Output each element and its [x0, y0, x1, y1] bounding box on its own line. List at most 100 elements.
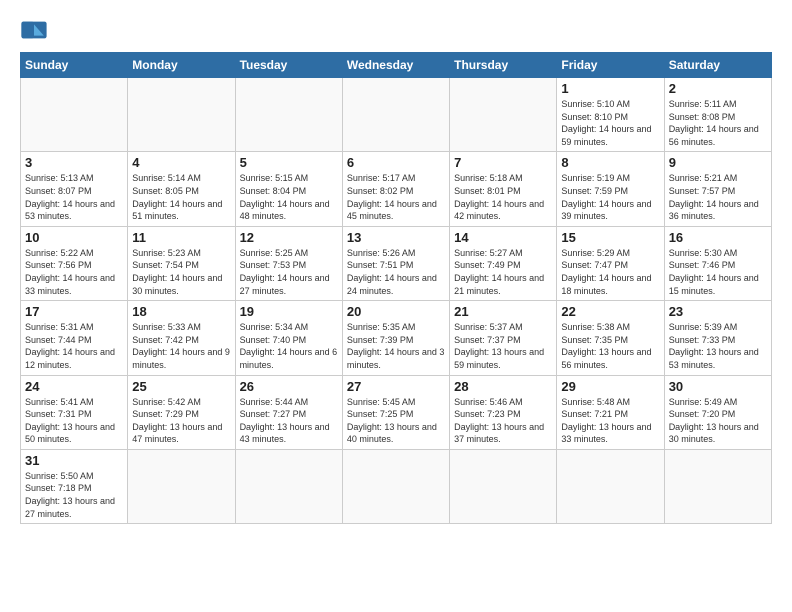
day-info: Sunrise: 5:30 AM Sunset: 7:46 PM Dayligh… — [669, 247, 767, 297]
day-number: 15 — [561, 230, 659, 245]
calendar-cell — [342, 78, 449, 152]
calendar-cell: 12Sunrise: 5:25 AM Sunset: 7:53 PM Dayli… — [235, 226, 342, 300]
calendar-cell: 28Sunrise: 5:46 AM Sunset: 7:23 PM Dayli… — [450, 375, 557, 449]
calendar-header-wednesday: Wednesday — [342, 53, 449, 78]
calendar-cell: 10 Sunrise: 5:22 AM Sunset: 7:56 PM Dayli… — [21, 226, 128, 300]
calendar-cell: 31 Sunrise: 5:50 AM Sunset: 7:18 PM Dayli… — [21, 449, 128, 523]
calendar-cell: 5 Sunrise: 5:15 AM Sunset: 8:04 PM Daylig… — [235, 152, 342, 226]
calendar-cell: 2Sunrise: 5:11 AM Sunset: 8:08 PM Daylig… — [664, 78, 771, 152]
day-info: Sunrise: 5:35 AM Sunset: 7:39 PM Dayligh… — [347, 321, 445, 371]
day-number: 13 — [347, 230, 445, 245]
day-number: 3 — [25, 155, 123, 170]
day-info: Sunrise: 5:22 AM Sunset: 7:56 PM Dayligh… — [25, 247, 123, 297]
day-number: 11 — [132, 230, 230, 245]
day-info: Sunrise: 5:41 AM Sunset: 7:31 PM Dayligh… — [25, 396, 123, 446]
day-number: 10 — [25, 230, 123, 245]
calendar-cell: 20Sunrise: 5:35 AM Sunset: 7:39 PM Dayli… — [342, 301, 449, 375]
day-info: Sunrise: 5:26 AM Sunset: 7:51 PM Dayligh… — [347, 247, 445, 297]
calendar-header-sunday: Sunday — [21, 53, 128, 78]
calendar-header-monday: Monday — [128, 53, 235, 78]
day-number: 27 — [347, 379, 445, 394]
calendar-week-row: 31 Sunrise: 5:50 AM Sunset: 7:18 PM Dayli… — [21, 449, 772, 523]
day-number: 26 — [240, 379, 338, 394]
day-info: Sunrise: 5:21 AM Sunset: 7:57 PM Dayligh… — [669, 172, 767, 222]
calendar-week-row: 10 Sunrise: 5:22 AM Sunset: 7:56 PM Dayli… — [21, 226, 772, 300]
calendar-cell: 21Sunrise: 5:37 AM Sunset: 7:37 PM Dayli… — [450, 301, 557, 375]
day-number: 28 — [454, 379, 552, 394]
calendar-cell: 6 Sunrise: 5:17 AM Sunset: 8:02 PM Daylig… — [342, 152, 449, 226]
day-number: 7 — [454, 155, 552, 170]
calendar-header-row: SundayMondayTuesdayWednesdayThursdayFrid… — [21, 53, 772, 78]
calendar-header-saturday: Saturday — [664, 53, 771, 78]
calendar-cell: 9 Sunrise: 5:21 AM Sunset: 7:57 PM Daylig… — [664, 152, 771, 226]
day-info: Sunrise: 5:39 AM Sunset: 7:33 PM Dayligh… — [669, 321, 767, 371]
header — [20, 16, 772, 44]
day-info: Sunrise: 5:25 AM Sunset: 7:53 PM Dayligh… — [240, 247, 338, 297]
calendar-cell: 17 Sunrise: 5:31 AM Sunset: 7:44 PM Dayli… — [21, 301, 128, 375]
day-number: 19 — [240, 304, 338, 319]
day-info: Sunrise: 5:45 AM Sunset: 7:25 PM Dayligh… — [347, 396, 445, 446]
calendar-cell: 3Sunrise: 5:13 AM Sunset: 8:07 PM Daylig… — [21, 152, 128, 226]
day-number: 16 — [669, 230, 767, 245]
calendar-cell — [664, 449, 771, 523]
day-info: Sunrise: 5:49 AM Sunset: 7:20 PM Dayligh… — [669, 396, 767, 446]
day-info: Sunrise: 5:10 AM Sunset: 8:10 PM Dayligh… — [561, 98, 659, 148]
day-info: Sunrise: 5:34 AM Sunset: 7:40 PM Dayligh… — [240, 321, 338, 371]
day-number: 31 — [25, 453, 123, 468]
day-number: 30 — [669, 379, 767, 394]
day-number: 18 — [132, 304, 230, 319]
calendar-cell: 24Sunrise: 5:41 AM Sunset: 7:31 PM Dayli… — [21, 375, 128, 449]
calendar-cell: 7 Sunrise: 5:18 AM Sunset: 8:01 PM Daylig… — [450, 152, 557, 226]
day-info: Sunrise: 5:27 AM Sunset: 7:49 PM Dayligh… — [454, 247, 552, 297]
day-info: Sunrise: 5:19 AM Sunset: 7:59 PM Dayligh… — [561, 172, 659, 222]
day-info: Sunrise: 5:44 AM Sunset: 7:27 PM Dayligh… — [240, 396, 338, 446]
calendar-cell — [450, 78, 557, 152]
calendar-cell — [235, 78, 342, 152]
calendar-cell — [128, 449, 235, 523]
calendar-week-row: 3Sunrise: 5:13 AM Sunset: 8:07 PM Daylig… — [21, 152, 772, 226]
calendar-week-row: 17 Sunrise: 5:31 AM Sunset: 7:44 PM Dayli… — [21, 301, 772, 375]
day-number: 17 — [25, 304, 123, 319]
calendar-cell: 1 Sunrise: 5:10 AM Sunset: 8:10 PM Daylig… — [557, 78, 664, 152]
day-info: Sunrise: 5:15 AM Sunset: 8:04 PM Dayligh… — [240, 172, 338, 222]
day-info: Sunrise: 5:17 AM Sunset: 8:02 PM Dayligh… — [347, 172, 445, 222]
day-info: Sunrise: 5:38 AM Sunset: 7:35 PM Dayligh… — [561, 321, 659, 371]
day-number: 14 — [454, 230, 552, 245]
day-number: 25 — [132, 379, 230, 394]
calendar-week-row: 24Sunrise: 5:41 AM Sunset: 7:31 PM Dayli… — [21, 375, 772, 449]
day-number: 22 — [561, 304, 659, 319]
calendar-cell: 25 Sunrise: 5:42 AM Sunset: 7:29 PM Dayli… — [128, 375, 235, 449]
calendar-cell: 19 Sunrise: 5:34 AM Sunset: 7:40 PM Dayli… — [235, 301, 342, 375]
day-number: 4 — [132, 155, 230, 170]
day-info: Sunrise: 5:18 AM Sunset: 8:01 PM Dayligh… — [454, 172, 552, 222]
day-number: 6 — [347, 155, 445, 170]
calendar-cell: 26 Sunrise: 5:44 AM Sunset: 7:27 PM Dayli… — [235, 375, 342, 449]
calendar-cell: 30 Sunrise: 5:49 AM Sunset: 7:20 PM Dayli… — [664, 375, 771, 449]
calendar-page: SundayMondayTuesdayWednesdayThursdayFrid… — [0, 0, 792, 534]
day-number: 5 — [240, 155, 338, 170]
calendar-cell: 15Sunrise: 5:29 AM Sunset: 7:47 PM Dayli… — [557, 226, 664, 300]
day-number: 9 — [669, 155, 767, 170]
general-blue-logo-icon — [20, 16, 48, 44]
calendar-cell: 4Sunrise: 5:14 AM Sunset: 8:05 PM Daylig… — [128, 152, 235, 226]
day-number: 21 — [454, 304, 552, 319]
calendar-cell: 29Sunrise: 5:48 AM Sunset: 7:21 PM Dayli… — [557, 375, 664, 449]
day-number: 23 — [669, 304, 767, 319]
calendar-cell — [557, 449, 664, 523]
calendar-cell: 23 Sunrise: 5:39 AM Sunset: 7:33 PM Dayli… — [664, 301, 771, 375]
calendar-cell — [450, 449, 557, 523]
day-info: Sunrise: 5:42 AM Sunset: 7:29 PM Dayligh… — [132, 396, 230, 446]
calendar-cell — [235, 449, 342, 523]
day-info: Sunrise: 5:50 AM Sunset: 7:18 PM Dayligh… — [25, 470, 123, 520]
calendar-header-thursday: Thursday — [450, 53, 557, 78]
calendar-cell — [342, 449, 449, 523]
day-number: 1 — [561, 81, 659, 96]
day-info: Sunrise: 5:31 AM Sunset: 7:44 PM Dayligh… — [25, 321, 123, 371]
calendar-cell — [128, 78, 235, 152]
calendar-cell: 11Sunrise: 5:23 AM Sunset: 7:54 PM Dayli… — [128, 226, 235, 300]
day-number: 29 — [561, 379, 659, 394]
calendar-week-row: 1 Sunrise: 5:10 AM Sunset: 8:10 PM Daylig… — [21, 78, 772, 152]
calendar-header-tuesday: Tuesday — [235, 53, 342, 78]
day-info: Sunrise: 5:33 AM Sunset: 7:42 PM Dayligh… — [132, 321, 230, 371]
calendar-cell: 13 Sunrise: 5:26 AM Sunset: 7:51 PM Dayli… — [342, 226, 449, 300]
